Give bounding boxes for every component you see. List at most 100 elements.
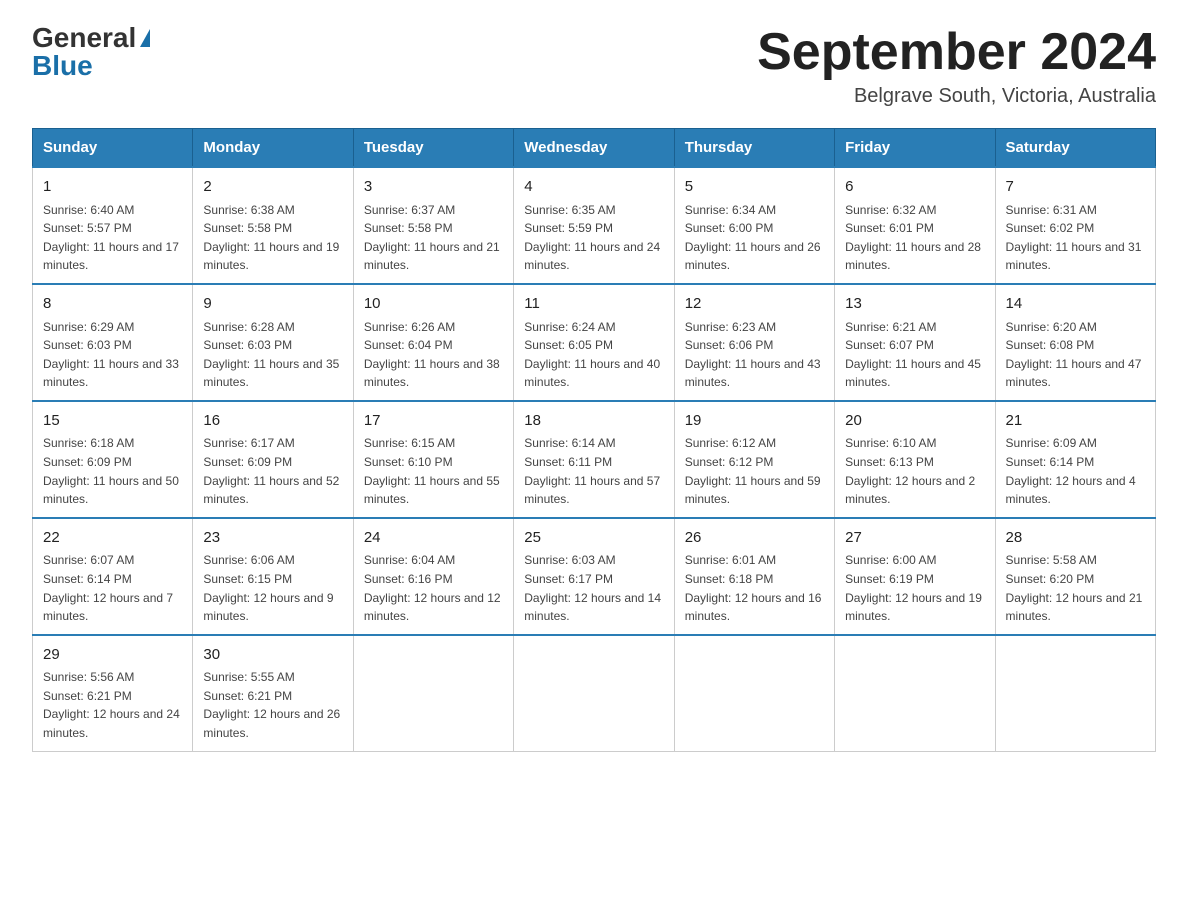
day-info: Sunrise: 6:18 AMSunset: 6:09 PMDaylight:… [43,434,182,508]
day-info: Sunrise: 6:35 AMSunset: 5:59 PMDaylight:… [524,201,663,275]
day-number: 29 [43,644,182,667]
day-number: 15 [43,410,182,433]
day-info: Sunrise: 6:03 AMSunset: 6:17 PMDaylight:… [524,551,663,625]
day-number: 20 [845,410,984,433]
day-number: 1 [43,176,182,199]
calendar-cell: 16Sunrise: 6:17 AMSunset: 6:09 PMDayligh… [193,401,353,518]
calendar-cell: 30Sunrise: 5:55 AMSunset: 6:21 PMDayligh… [193,635,353,751]
logo-triangle-icon [140,29,150,47]
day-number: 24 [364,527,503,550]
week-row-2: 8Sunrise: 6:29 AMSunset: 6:03 PMDaylight… [33,284,1156,401]
day-number: 21 [1006,410,1145,433]
day-info: Sunrise: 5:55 AMSunset: 6:21 PMDaylight:… [203,668,342,742]
day-number: 25 [524,527,663,550]
day-number: 17 [364,410,503,433]
day-number: 30 [203,644,342,667]
calendar-table: SundayMondayTuesdayWednesdayThursdayFrid… [32,128,1156,751]
weekday-header-sunday: Sunday [33,129,193,168]
calendar-cell [835,635,995,751]
day-info: Sunrise: 6:26 AMSunset: 6:04 PMDaylight:… [364,318,503,392]
calendar-cell: 3Sunrise: 6:37 AMSunset: 5:58 PMDaylight… [353,167,513,284]
calendar-cell: 23Sunrise: 6:06 AMSunset: 6:15 PMDayligh… [193,518,353,635]
day-number: 12 [685,293,824,316]
calendar-cell: 26Sunrise: 6:01 AMSunset: 6:18 PMDayligh… [674,518,834,635]
calendar-cell: 14Sunrise: 6:20 AMSunset: 6:08 PMDayligh… [995,284,1155,401]
day-number: 3 [364,176,503,199]
week-row-1: 1Sunrise: 6:40 AMSunset: 5:57 PMDaylight… [33,167,1156,284]
day-number: 11 [524,293,663,316]
day-info: Sunrise: 6:21 AMSunset: 6:07 PMDaylight:… [845,318,984,392]
day-info: Sunrise: 6:38 AMSunset: 5:58 PMDaylight:… [203,201,342,275]
calendar-cell: 12Sunrise: 6:23 AMSunset: 6:06 PMDayligh… [674,284,834,401]
weekday-header-tuesday: Tuesday [353,129,513,168]
day-number: 6 [845,176,984,199]
logo-general-text: General [32,24,136,52]
day-number: 10 [364,293,503,316]
calendar-cell [353,635,513,751]
day-number: 8 [43,293,182,316]
day-info: Sunrise: 6:24 AMSunset: 6:05 PMDaylight:… [524,318,663,392]
day-number: 5 [685,176,824,199]
day-number: 4 [524,176,663,199]
day-number: 9 [203,293,342,316]
week-row-4: 22Sunrise: 6:07 AMSunset: 6:14 PMDayligh… [33,518,1156,635]
day-number: 7 [1006,176,1145,199]
calendar-cell: 1Sunrise: 6:40 AMSunset: 5:57 PMDaylight… [33,167,193,284]
day-number: 19 [685,410,824,433]
day-info: Sunrise: 6:09 AMSunset: 6:14 PMDaylight:… [1006,434,1145,508]
day-info: Sunrise: 6:40 AMSunset: 5:57 PMDaylight:… [43,201,182,275]
day-info: Sunrise: 6:10 AMSunset: 6:13 PMDaylight:… [845,434,984,508]
day-info: Sunrise: 6:04 AMSunset: 6:16 PMDaylight:… [364,551,503,625]
calendar-title: September 2024 [757,24,1156,81]
day-number: 28 [1006,527,1145,550]
page-header: General Blue September 2024 Belgrave Sou… [32,24,1156,108]
day-info: Sunrise: 5:58 AMSunset: 6:20 PMDaylight:… [1006,551,1145,625]
calendar-cell: 28Sunrise: 5:58 AMSunset: 6:20 PMDayligh… [995,518,1155,635]
logo-blue-text: Blue [32,52,150,80]
weekday-header-row: SundayMondayTuesdayWednesdayThursdayFrid… [33,129,1156,168]
day-number: 26 [685,527,824,550]
day-info: Sunrise: 6:12 AMSunset: 6:12 PMDaylight:… [685,434,824,508]
day-number: 18 [524,410,663,433]
day-info: Sunrise: 6:20 AMSunset: 6:08 PMDaylight:… [1006,318,1145,392]
title-section: September 2024 Belgrave South, Victoria,… [757,24,1156,108]
calendar-cell: 6Sunrise: 6:32 AMSunset: 6:01 PMDaylight… [835,167,995,284]
week-row-3: 15Sunrise: 6:18 AMSunset: 6:09 PMDayligh… [33,401,1156,518]
day-info: Sunrise: 5:56 AMSunset: 6:21 PMDaylight:… [43,668,182,742]
weekday-header-friday: Friday [835,129,995,168]
day-info: Sunrise: 6:29 AMSunset: 6:03 PMDaylight:… [43,318,182,392]
logo: General Blue [32,24,150,80]
day-info: Sunrise: 6:32 AMSunset: 6:01 PMDaylight:… [845,201,984,275]
calendar-cell: 9Sunrise: 6:28 AMSunset: 6:03 PMDaylight… [193,284,353,401]
day-info: Sunrise: 6:15 AMSunset: 6:10 PMDaylight:… [364,434,503,508]
calendar-cell: 25Sunrise: 6:03 AMSunset: 6:17 PMDayligh… [514,518,674,635]
day-info: Sunrise: 6:28 AMSunset: 6:03 PMDaylight:… [203,318,342,392]
day-number: 2 [203,176,342,199]
calendar-cell: 13Sunrise: 6:21 AMSunset: 6:07 PMDayligh… [835,284,995,401]
weekday-header-saturday: Saturday [995,129,1155,168]
week-row-5: 29Sunrise: 5:56 AMSunset: 6:21 PMDayligh… [33,635,1156,751]
day-info: Sunrise: 6:01 AMSunset: 6:18 PMDaylight:… [685,551,824,625]
day-info: Sunrise: 6:31 AMSunset: 6:02 PMDaylight:… [1006,201,1145,275]
calendar-cell: 20Sunrise: 6:10 AMSunset: 6:13 PMDayligh… [835,401,995,518]
calendar-cell: 22Sunrise: 6:07 AMSunset: 6:14 PMDayligh… [33,518,193,635]
day-number: 27 [845,527,984,550]
day-number: 22 [43,527,182,550]
day-number: 16 [203,410,342,433]
calendar-cell: 15Sunrise: 6:18 AMSunset: 6:09 PMDayligh… [33,401,193,518]
calendar-cell: 11Sunrise: 6:24 AMSunset: 6:05 PMDayligh… [514,284,674,401]
day-info: Sunrise: 6:00 AMSunset: 6:19 PMDaylight:… [845,551,984,625]
calendar-cell: 7Sunrise: 6:31 AMSunset: 6:02 PMDaylight… [995,167,1155,284]
calendar-cell: 29Sunrise: 5:56 AMSunset: 6:21 PMDayligh… [33,635,193,751]
calendar-cell: 19Sunrise: 6:12 AMSunset: 6:12 PMDayligh… [674,401,834,518]
day-number: 14 [1006,293,1145,316]
weekday-header-wednesday: Wednesday [514,129,674,168]
day-number: 13 [845,293,984,316]
calendar-cell: 18Sunrise: 6:14 AMSunset: 6:11 PMDayligh… [514,401,674,518]
day-info: Sunrise: 6:14 AMSunset: 6:11 PMDaylight:… [524,434,663,508]
calendar-cell: 27Sunrise: 6:00 AMSunset: 6:19 PMDayligh… [835,518,995,635]
day-number: 23 [203,527,342,550]
calendar-cell: 21Sunrise: 6:09 AMSunset: 6:14 PMDayligh… [995,401,1155,518]
calendar-cell: 5Sunrise: 6:34 AMSunset: 6:00 PMDaylight… [674,167,834,284]
day-info: Sunrise: 6:23 AMSunset: 6:06 PMDaylight:… [685,318,824,392]
